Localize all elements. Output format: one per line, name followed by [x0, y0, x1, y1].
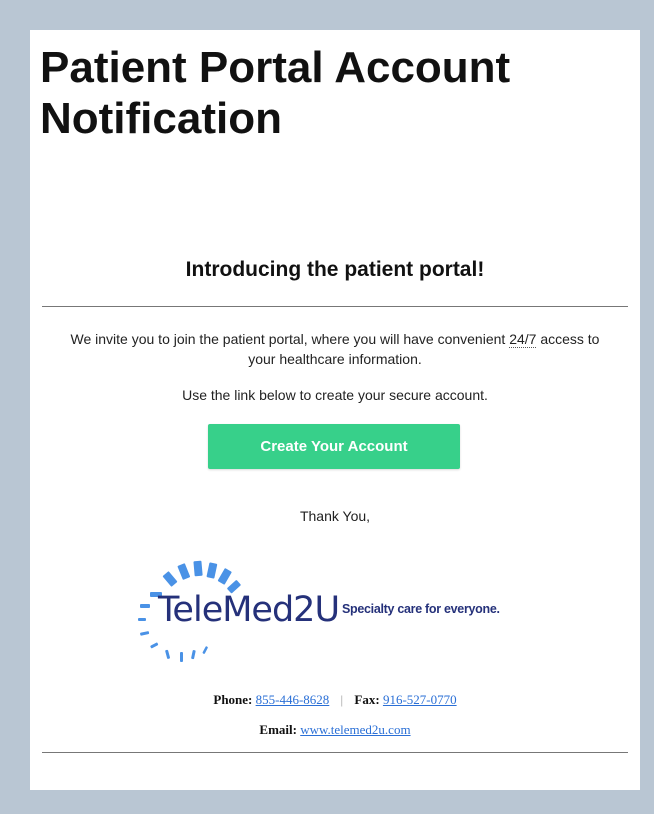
phone-label: Phone: — [213, 692, 253, 707]
contact-separator: | — [340, 692, 344, 707]
contact-phone-fax: Phone: 855-446-8628 | Fax: 916-527-0770 — [30, 692, 640, 708]
logo-tagline: Specialty care for everyone. — [342, 602, 500, 616]
intro-heading: Introducing the patient portal! — [185, 258, 485, 281]
email-link[interactable]: www.telemed2u.com — [300, 722, 410, 737]
logo-wordmark-med2u: Med2U — [222, 590, 340, 630]
email-card: Patient Portal Account Notification Intr… — [30, 30, 640, 790]
fax-link[interactable]: 916-527-0770 — [383, 692, 457, 707]
logo-wordmark-tele: Tele — [158, 590, 223, 630]
create-account-button[interactable]: Create Your Account — [208, 424, 460, 469]
page-title: Patient Portal Account Notification — [40, 43, 511, 143]
intro-text-pre: We invite you to join the patient portal… — [70, 331, 510, 347]
bottom-divider — [42, 752, 628, 753]
link-instruction: Use the link below to create your secure… — [182, 387, 488, 403]
intro-paragraph: We invite you to join the patient portal… — [60, 329, 610, 369]
phone-link[interactable]: 855-446-8628 — [256, 692, 330, 707]
signoff-text: Thank You, — [299, 508, 371, 524]
fax-label: Fax: — [354, 692, 380, 707]
top-divider — [42, 306, 628, 307]
contact-email: Email: www.telemed2u.com — [30, 722, 640, 738]
intro-text-247: 24/7 — [509, 331, 537, 348]
email-label: Email: — [259, 722, 297, 737]
logo-wordmark: TeleMed2U — [158, 590, 340, 630]
